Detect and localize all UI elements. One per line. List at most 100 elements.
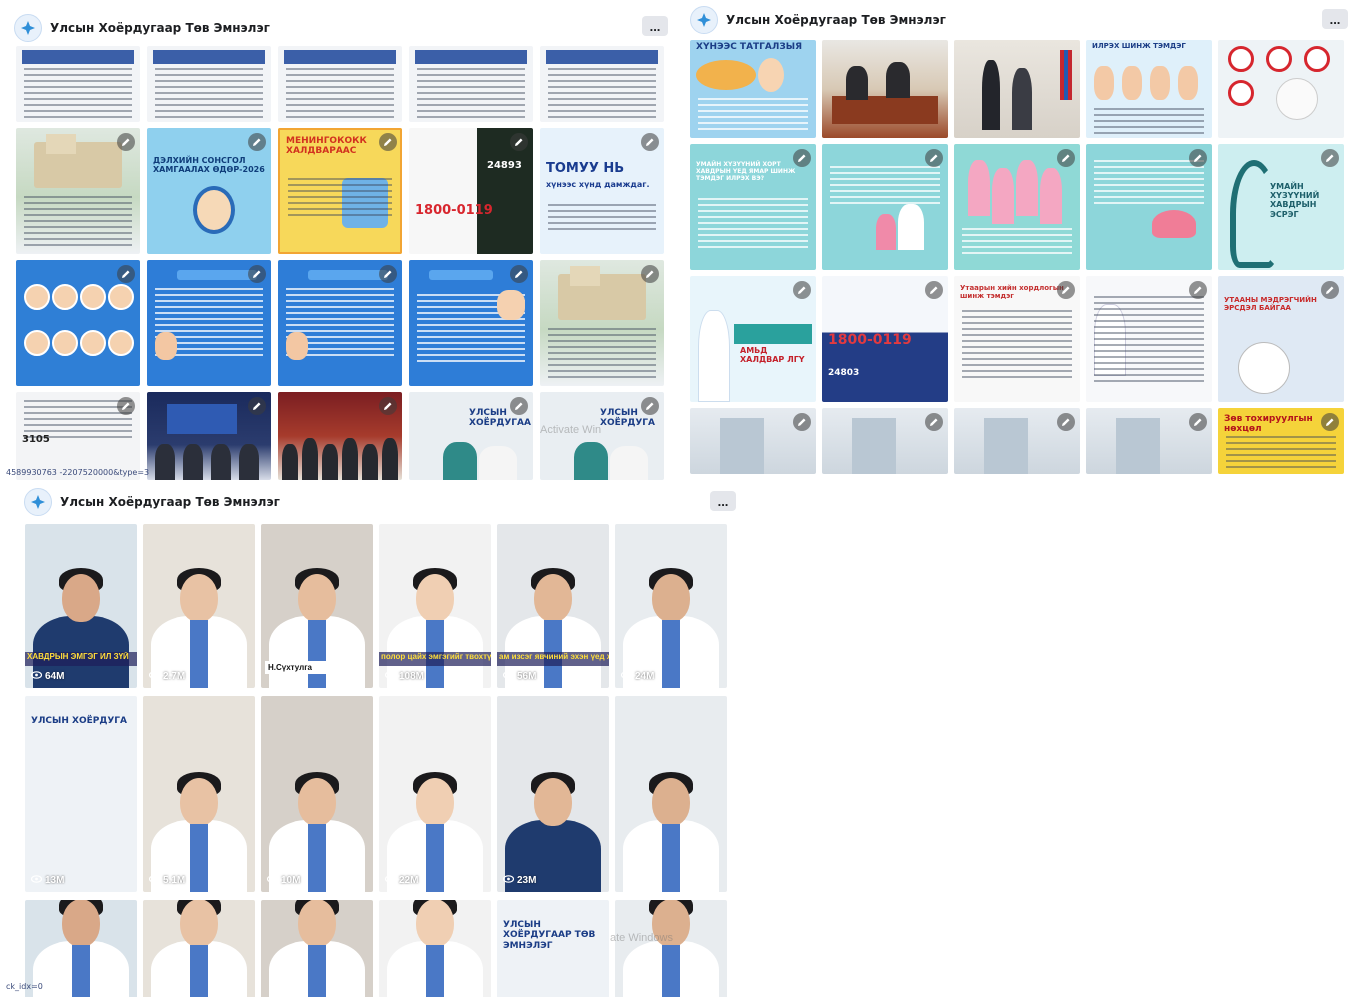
edit-pencil-icon[interactable] bbox=[248, 133, 266, 151]
page-name[interactable]: Улсын Хоёрдугаар Төв Эмнэлэг bbox=[726, 13, 946, 27]
edit-pencil-icon[interactable] bbox=[379, 265, 397, 283]
video-tile[interactable]: 22M bbox=[379, 696, 491, 892]
video-tile[interactable]: ХАВДРЫН ЭМГЭГ ИЛ ЗҮЙ 64M bbox=[25, 524, 137, 688]
photo-tile[interactable]: 1800-0119 24893 bbox=[409, 128, 533, 254]
woman-illustration bbox=[968, 160, 990, 216]
video-tile[interactable]: ам изсэг явчиний эхэн үед харва 56M bbox=[497, 524, 609, 688]
photo-tile[interactable]: 1800-0119 24803 bbox=[822, 276, 948, 402]
edit-pencil-icon[interactable] bbox=[1189, 149, 1207, 167]
photo-tile[interactable] bbox=[822, 40, 948, 138]
photo-tile[interactable] bbox=[540, 260, 664, 386]
video-tile[interactable]: полор цайх эмгэгийг твохтүй 108M bbox=[379, 524, 491, 688]
edit-pencil-icon[interactable] bbox=[117, 265, 135, 283]
photo-tile[interactable] bbox=[278, 46, 402, 122]
photo-tile[interactable] bbox=[278, 260, 402, 386]
edit-pencil-icon[interactable] bbox=[117, 133, 135, 151]
edit-pencil-icon[interactable] bbox=[925, 281, 943, 299]
video-tile[interactable] bbox=[615, 696, 727, 892]
tile-caption: 24893 bbox=[487, 160, 522, 171]
more-options-button[interactable]: ... bbox=[642, 16, 668, 36]
photo-tile[interactable] bbox=[954, 144, 1080, 270]
video-tile[interactable] bbox=[379, 900, 491, 997]
photo-tile[interactable] bbox=[1086, 276, 1212, 402]
photo-tile[interactable]: ХҮНЭЭС ТАТГАЛЗЫЯ bbox=[690, 40, 816, 138]
edit-pencil-icon[interactable] bbox=[1057, 281, 1075, 299]
video-tile[interactable]: 23M bbox=[497, 696, 609, 892]
edit-pencil-icon[interactable] bbox=[379, 133, 397, 151]
photo-tile[interactable] bbox=[822, 408, 948, 474]
edit-pencil-icon[interactable] bbox=[1057, 149, 1075, 167]
photo-tile[interactable] bbox=[409, 46, 533, 122]
edit-pencil-icon[interactable] bbox=[641, 133, 659, 151]
page-name[interactable]: Улсын Хоёрдугаар Төв Эмнэлэг bbox=[60, 495, 280, 509]
page-logo-icon[interactable] bbox=[24, 488, 52, 516]
video-tile[interactable]: УЛСЫН ХОЁРДУГААР ТӨВ ЭМНЭЛЭГ bbox=[497, 900, 609, 997]
edit-pencil-icon[interactable] bbox=[510, 265, 528, 283]
edit-pencil-icon[interactable] bbox=[1321, 413, 1339, 431]
photo-tile[interactable] bbox=[409, 260, 533, 386]
edit-pencil-icon[interactable] bbox=[1189, 413, 1207, 431]
video-tile[interactable]: 24M bbox=[615, 524, 727, 688]
photo-tile[interactable] bbox=[1086, 144, 1212, 270]
edit-pencil-icon[interactable] bbox=[1321, 149, 1339, 167]
video-tile[interactable] bbox=[143, 900, 255, 997]
photo-tile[interactable]: 3105 bbox=[16, 392, 140, 480]
edit-pencil-icon[interactable] bbox=[510, 133, 528, 151]
video-tile[interactable]: 5.1M bbox=[143, 696, 255, 892]
photo-tile[interactable]: ТОМУУ НЬ хүнээс хүнд дамждаг. bbox=[540, 128, 664, 254]
edit-pencil-icon[interactable] bbox=[1057, 413, 1075, 431]
edit-pencil-icon[interactable] bbox=[379, 397, 397, 415]
video-tile[interactable]: Н.Сүхтулга bbox=[261, 524, 373, 688]
edit-pencil-icon[interactable] bbox=[641, 265, 659, 283]
edit-pencil-icon[interactable] bbox=[793, 149, 811, 167]
photo-tile[interactable] bbox=[16, 128, 140, 254]
photo-tile[interactable] bbox=[822, 144, 948, 270]
edit-pencil-icon[interactable] bbox=[925, 149, 943, 167]
photo-tile[interactable] bbox=[954, 408, 1080, 474]
photo-tile[interactable] bbox=[690, 408, 816, 474]
photo-tile[interactable]: АМЬД ХАЛДВАР ЛГҮ bbox=[690, 276, 816, 402]
photo-tile[interactable]: УМАЙН ХҮЗҮҮНИЙ ХОРТ ХАВДРЫН ҮЕД ЯМАР ШИН… bbox=[690, 144, 816, 270]
page-name[interactable]: Улсын Хоёрдугаар Төв Эмнэлэг bbox=[50, 21, 270, 35]
photo-tile[interactable] bbox=[147, 46, 271, 122]
edit-pencil-icon[interactable] bbox=[641, 397, 659, 415]
photo-tile[interactable] bbox=[278, 392, 402, 480]
photo-tile[interactable] bbox=[1086, 408, 1212, 474]
photo-tile[interactable]: Зөв тохируулгын нөхцөл bbox=[1218, 408, 1344, 474]
prohibition-sign-icon bbox=[1266, 46, 1292, 72]
page-logo-icon[interactable] bbox=[690, 6, 718, 34]
video-tile[interactable] bbox=[261, 900, 373, 997]
photo-tile[interactable] bbox=[147, 260, 271, 386]
edit-pencil-icon[interactable] bbox=[510, 397, 528, 415]
video-tile[interactable]: 2.7M bbox=[143, 524, 255, 688]
photo-tile[interactable]: ДЭЛХИЙН СОНСГОЛ ХАМГААЛАХ ӨДӨР-2026 bbox=[147, 128, 271, 254]
photo-tile[interactable]: Утаарын хийн хордлогын шинж тэмдэг bbox=[954, 276, 1080, 402]
more-options-button[interactable]: ... bbox=[1322, 9, 1348, 29]
photo-tile[interactable]: УМАЙН ХҮЗҮҮНИЙ ХАВДРЫН ЭСРЭГ bbox=[1218, 144, 1344, 270]
photo-tile[interactable]: ИЛРЭХ ШИНЖ ТЭМДЭГ bbox=[1086, 40, 1212, 138]
photo-tile[interactable] bbox=[540, 46, 664, 122]
edit-pencil-icon[interactable] bbox=[925, 413, 943, 431]
photo-tile[interactable] bbox=[1218, 40, 1344, 138]
edit-pencil-icon[interactable] bbox=[1189, 281, 1207, 299]
photo-tile[interactable]: МЕНИНГОКОКК ХАЛДВАРААС bbox=[278, 128, 402, 254]
photo-tile[interactable]: УЛСЫН ХОЁРДУГАА bbox=[409, 392, 533, 480]
photo-tile[interactable] bbox=[147, 392, 271, 480]
page-logo-icon[interactable] bbox=[14, 14, 42, 42]
edit-pencil-icon[interactable] bbox=[1321, 281, 1339, 299]
edit-pencil-icon[interactable] bbox=[793, 281, 811, 299]
photo-tile[interactable] bbox=[954, 40, 1080, 138]
photo-tile[interactable]: УТААНЫ МЭДРЭГЧИЙН ЭРСДЭЛ БАЙГАА bbox=[1218, 276, 1344, 402]
edit-pencil-icon[interactable] bbox=[248, 265, 266, 283]
uterus-icon bbox=[1152, 210, 1196, 238]
photo-tile[interactable] bbox=[16, 46, 140, 122]
video-tile[interactable] bbox=[615, 900, 727, 997]
video-tile[interactable]: УЛСЫН ХОЁРДУГА 13M bbox=[25, 696, 137, 892]
edit-pencil-icon[interactable] bbox=[793, 413, 811, 431]
photo-tile[interactable]: УЛСЫН ХОЁРДУГА bbox=[540, 392, 664, 480]
edit-pencil-icon[interactable] bbox=[248, 397, 266, 415]
video-tile[interactable]: 10M bbox=[261, 696, 373, 892]
photo-tile[interactable] bbox=[16, 260, 140, 386]
more-options-button[interactable]: ... bbox=[710, 491, 736, 511]
edit-pencil-icon[interactable] bbox=[117, 397, 135, 415]
